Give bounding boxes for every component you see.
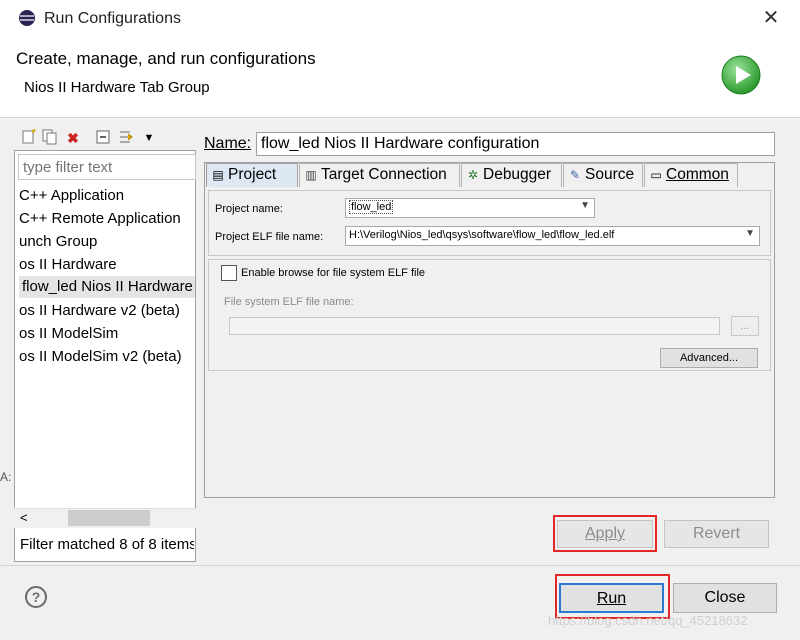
run-icon: [721, 55, 761, 95]
config-name-input[interactable]: [256, 132, 775, 156]
close-button[interactable]: Close: [673, 583, 777, 613]
footer-divider: [0, 565, 800, 566]
browse-elf-label: Enable browse for file system ELF file: [241, 267, 426, 279]
tree-item-launch-group[interactable]: unch Group: [19, 231, 195, 253]
tab-common[interactable]: ▭ Common: [644, 163, 738, 187]
tree-item-nios-hardware-v2[interactable]: os II Hardware v2 (beta): [19, 300, 195, 322]
common-tab-icon: ▭: [650, 168, 662, 182]
edge-glyph: A:: [0, 470, 12, 484]
scroll-left-icon[interactable]: <: [20, 509, 36, 527]
eclipse-app-icon: [19, 10, 35, 26]
tree-item-flow-led-config[interactable]: flow_led Nios II Hardware configuration: [19, 276, 195, 298]
elf-file-label: Project ELF file name:: [215, 231, 324, 243]
tree-item-cpp-remote-application[interactable]: C++ Remote Application: [19, 208, 195, 230]
fs-elf-input[interactable]: [229, 317, 720, 335]
header-subtitle: Nios II Hardware Tab Group: [24, 79, 210, 96]
source-tab-icon: ✎: [569, 168, 581, 182]
new-config-icon[interactable]: [20, 128, 38, 147]
duplicate-icon[interactable]: [41, 129, 59, 147]
tab-project[interactable]: ▤ Project: [206, 163, 298, 187]
tab-target-connection[interactable]: ▥ Target Connection: [299, 163, 460, 187]
delete-icon[interactable]: ✖: [64, 129, 82, 147]
scrollbar-thumb[interactable]: [68, 510, 150, 526]
tree-item-cpp-application[interactable]: C++ Application: [19, 185, 195, 207]
project-tab-icon: ▤: [212, 168, 224, 182]
chevron-down-icon: ▼: [745, 228, 755, 239]
header-title: Create, manage, and run configurations: [16, 49, 316, 68]
tree-item-nios-modelsim[interactable]: os II ModelSim: [19, 323, 195, 345]
run-button[interactable]: Run: [559, 583, 664, 613]
tree-item-nios-modelsim-v2[interactable]: os II ModelSim v2 (beta): [19, 346, 195, 368]
chevron-down-icon: ▼: [580, 200, 590, 211]
revert-button[interactable]: Revert: [664, 520, 769, 548]
tree-item-nios-hardware[interactable]: os II Hardware: [19, 254, 195, 276]
help-icon[interactable]: ?: [25, 586, 47, 608]
chevron-down-icon[interactable]: ▼: [140, 129, 158, 147]
collapse-all-icon[interactable]: [94, 129, 112, 147]
tab-source[interactable]: ✎ Source: [563, 163, 643, 187]
connection-tab-icon: ▥: [305, 168, 317, 182]
filter-status-text: Filter matched 8 of 8 items: [20, 536, 194, 553]
elf-file-select[interactable]: H:\Verilog\Nios_led\qsys\software\flow_l…: [345, 226, 760, 246]
close-icon[interactable]: ✕: [760, 7, 782, 29]
filter-input[interactable]: [18, 154, 196, 180]
advanced-button[interactable]: Advanced...: [660, 348, 758, 368]
browse-elf-checkbox[interactable]: [221, 265, 237, 281]
name-label: Name:: [204, 135, 252, 152]
project-name-select[interactable]: flow_led ▼: [345, 198, 595, 218]
left-toolbar: ✖ ▼: [14, 126, 196, 150]
window-title: Run Configurations: [44, 10, 181, 27]
bug-tab-icon: ✲: [467, 168, 479, 182]
watermark-text: https://blog.csdn.net/qq_45218632: [548, 613, 748, 628]
tab-debugger[interactable]: ✲ Debugger: [461, 163, 562, 187]
filter-icon[interactable]: [117, 129, 135, 147]
browse-button[interactable]: ...: [731, 316, 759, 336]
fs-elf-label: File system ELF file name:: [224, 296, 354, 308]
apply-button[interactable]: Apply: [557, 520, 653, 548]
project-name-label: Project name:: [215, 203, 283, 215]
